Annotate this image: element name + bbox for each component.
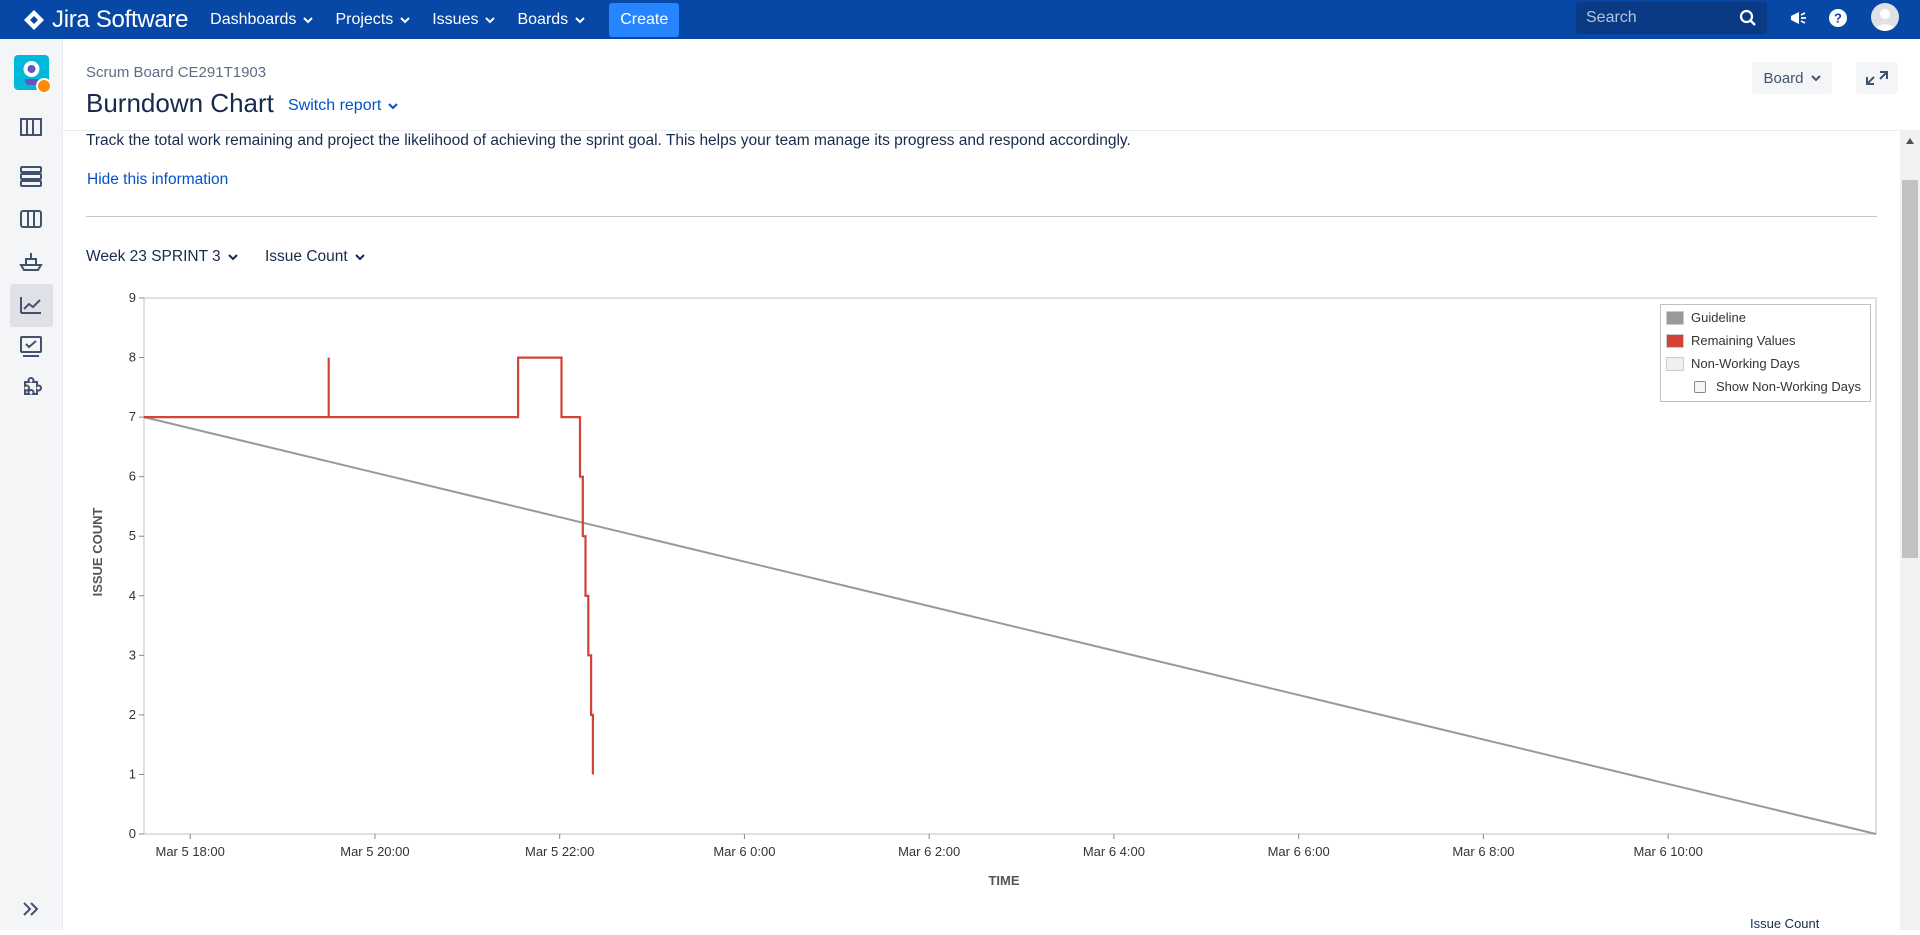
- y-tick-label: 2: [129, 707, 136, 722]
- y-tick-label: 0: [129, 826, 136, 841]
- y-tick-label: 9: [129, 290, 136, 305]
- x-tick-label: Mar 6 6:00: [1268, 844, 1330, 859]
- x-tick-label: Mar 6 0:00: [713, 844, 775, 859]
- remaining-values-series-line: [144, 356, 595, 775]
- x-tick-label: Mar 5 20:00: [340, 844, 409, 859]
- guideline-series-line: [143, 416, 1877, 835]
- remaining-swatch: [1666, 333, 1684, 348]
- x-tick-label: Mar 6 4:00: [1083, 844, 1145, 859]
- legend-non-working: Non-Working Days: [1666, 356, 1800, 371]
- y-tick-label: 5: [129, 528, 136, 543]
- chart-legend: Guideline Remaining Values Non-Working D…: [1660, 304, 1871, 402]
- y-tick-label: 8: [129, 350, 136, 365]
- burndown-chart: 0 1 2 3 4 5 6 7 8 9 Mar 5 18:00 Mar 5 20:00 Mar 5 22…: [0, 0, 1920, 930]
- x-tick-label: Mar 6 2:00: [898, 844, 960, 859]
- y-tick-label: 1: [129, 766, 136, 781]
- x-tick-label: Mar 6 8:00: [1452, 844, 1514, 859]
- legend-guideline: Guideline: [1666, 310, 1746, 325]
- y-tick-label: 4: [129, 588, 136, 603]
- show-non-working-label: Show Non-Working Days: [1716, 379, 1861, 394]
- burndown-chart-svg: 0 1 2 3 4 5 6 7 8 9 Mar 5 18:00 Mar 5 20:00 Mar 5 22…: [90, 290, 1877, 888]
- y-tick-label: 6: [129, 469, 136, 484]
- legend-remaining: Remaining Values: [1666, 333, 1796, 348]
- guideline-swatch: [1666, 310, 1684, 325]
- legend-remaining-label: Remaining Values: [1691, 333, 1796, 348]
- x-tick-label: Mar 5 22:00: [525, 844, 594, 859]
- y-tick-label: 3: [129, 647, 136, 662]
- legend-non-working-label: Non-Working Days: [1691, 356, 1800, 371]
- issue-count-section-label: Issue Count: [1750, 916, 1820, 931]
- y-axis-label: ISSUE COUNT: [90, 508, 105, 597]
- show-non-working-days-checkbox[interactable]: Show Non-Working Days: [1694, 379, 1861, 394]
- x-tick-label: Mar 6 10:00: [1633, 844, 1702, 859]
- y-tick-label: 7: [129, 409, 136, 424]
- scrollbar-thumb[interactable]: [1902, 180, 1918, 558]
- checkbox-box[interactable]: [1694, 380, 1706, 393]
- x-axis-label: TIME: [988, 873, 1019, 888]
- scroll-up-arrow-icon[interactable]: [1906, 138, 1914, 144]
- x-tick-label: Mar 5 18:00: [155, 844, 224, 859]
- plot-area-frame: [143, 297, 1877, 835]
- legend-guideline-label: Guideline: [1691, 310, 1746, 325]
- non-working-swatch: [1666, 356, 1684, 371]
